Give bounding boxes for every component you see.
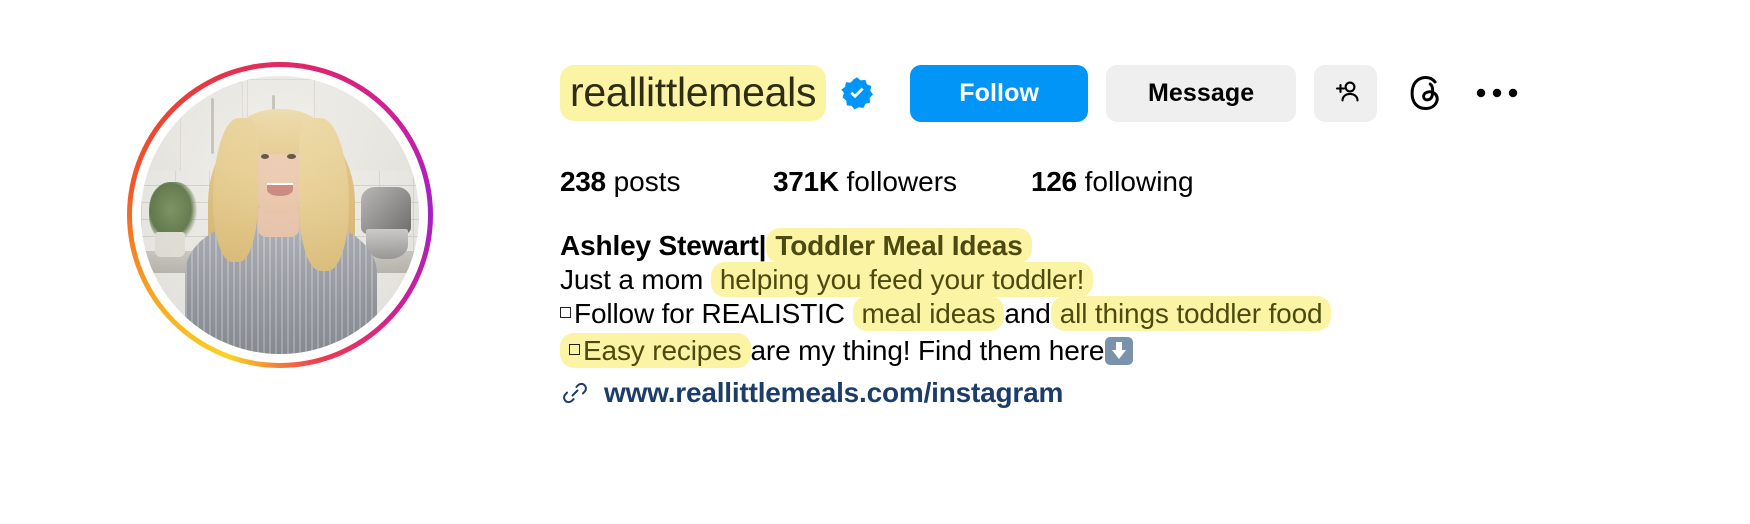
posts-label: posts bbox=[613, 166, 681, 197]
profile-header-row: reallittlemeals Follow Message bbox=[560, 60, 1519, 126]
bio-text-just-a-mom: Just a mom bbox=[560, 264, 704, 295]
avatar-column bbox=[0, 0, 560, 368]
bio-highlight-easy-recipes: Easy recipes bbox=[560, 333, 751, 368]
threads-icon[interactable] bbox=[1403, 70, 1449, 116]
story-ring-inner bbox=[132, 67, 428, 363]
bio-line-2: Just a mom helping you feed your toddler… bbox=[560, 262, 1519, 297]
bio-line-4: Easy recipes are my thing! Find them here bbox=[560, 332, 1519, 368]
avatar[interactable] bbox=[141, 76, 419, 354]
posts-count: 238 bbox=[560, 166, 606, 197]
following-count: 126 bbox=[1031, 166, 1077, 197]
message-button[interactable]: Message bbox=[1106, 64, 1297, 122]
following-label: following bbox=[1084, 166, 1194, 197]
down-arrow-emoji bbox=[1105, 337, 1134, 365]
bio-highlight-all-things-toddler-food: all things toddler food bbox=[1050, 296, 1332, 331]
display-name: Ashley Stewart| bbox=[560, 230, 767, 261]
bio-text-and: and bbox=[1004, 298, 1051, 329]
bullet-square-icon-2 bbox=[569, 344, 580, 355]
instagram-profile-header: reallittlemeals Follow Message 238 posts… bbox=[0, 0, 1750, 524]
bio-line-3: Follow for REALISTIC meal ideas and all th… bbox=[560, 296, 1519, 331]
bio-line-1: Ashley Stewart| Toddler Meal Ideas bbox=[560, 228, 1519, 263]
stats-row: 238 posts 371K followers 126 following bbox=[560, 166, 1519, 198]
followers-label: followers bbox=[846, 166, 958, 197]
bio-highlight-toddler-meal-ideas: Toddler Meal Ideas bbox=[766, 228, 1032, 263]
bio-link[interactable]: www.reallittlemeals.com/instagram bbox=[604, 377, 1063, 409]
add-person-icon bbox=[1331, 77, 1361, 110]
stat-posts[interactable]: 238 posts bbox=[560, 166, 773, 198]
link-chain-icon bbox=[560, 378, 590, 408]
photo-shading bbox=[141, 76, 419, 354]
profile-info-column: reallittlemeals Follow Message 238 posts… bbox=[560, 0, 1519, 409]
bio-link-row[interactable]: www.reallittlemeals.com/instagram bbox=[560, 377, 1519, 409]
username-wrapper: reallittlemeals bbox=[560, 65, 874, 121]
bio-highlight-helping-you-feed: helping you feed your toddler! bbox=[710, 262, 1094, 297]
bio-text-find-them-here: are my thing! Find them here bbox=[750, 335, 1105, 366]
follow-button[interactable]: Follow bbox=[910, 64, 1089, 122]
story-ring[interactable] bbox=[127, 62, 433, 368]
more-options-icon[interactable] bbox=[1475, 86, 1519, 100]
bio-highlight-easy-recipes-text: Easy recipes bbox=[583, 335, 742, 366]
bio-text-follow-realistic: Follow for REALISTIC bbox=[574, 298, 845, 329]
bio-highlight-meal-ideas: meal ideas bbox=[852, 296, 1005, 331]
bio: Ashley Stewart| Toddler Meal Ideas Just a… bbox=[560, 228, 1519, 368]
stat-following[interactable]: 126 following bbox=[1031, 166, 1194, 198]
verified-badge-icon bbox=[840, 76, 874, 110]
followers-count: 371K bbox=[773, 166, 839, 197]
add-person-button[interactable] bbox=[1314, 64, 1378, 122]
bullet-square-icon bbox=[560, 307, 571, 318]
stat-followers[interactable]: 371K followers bbox=[773, 166, 1031, 198]
username[interactable]: reallittlemeals bbox=[560, 65, 827, 121]
